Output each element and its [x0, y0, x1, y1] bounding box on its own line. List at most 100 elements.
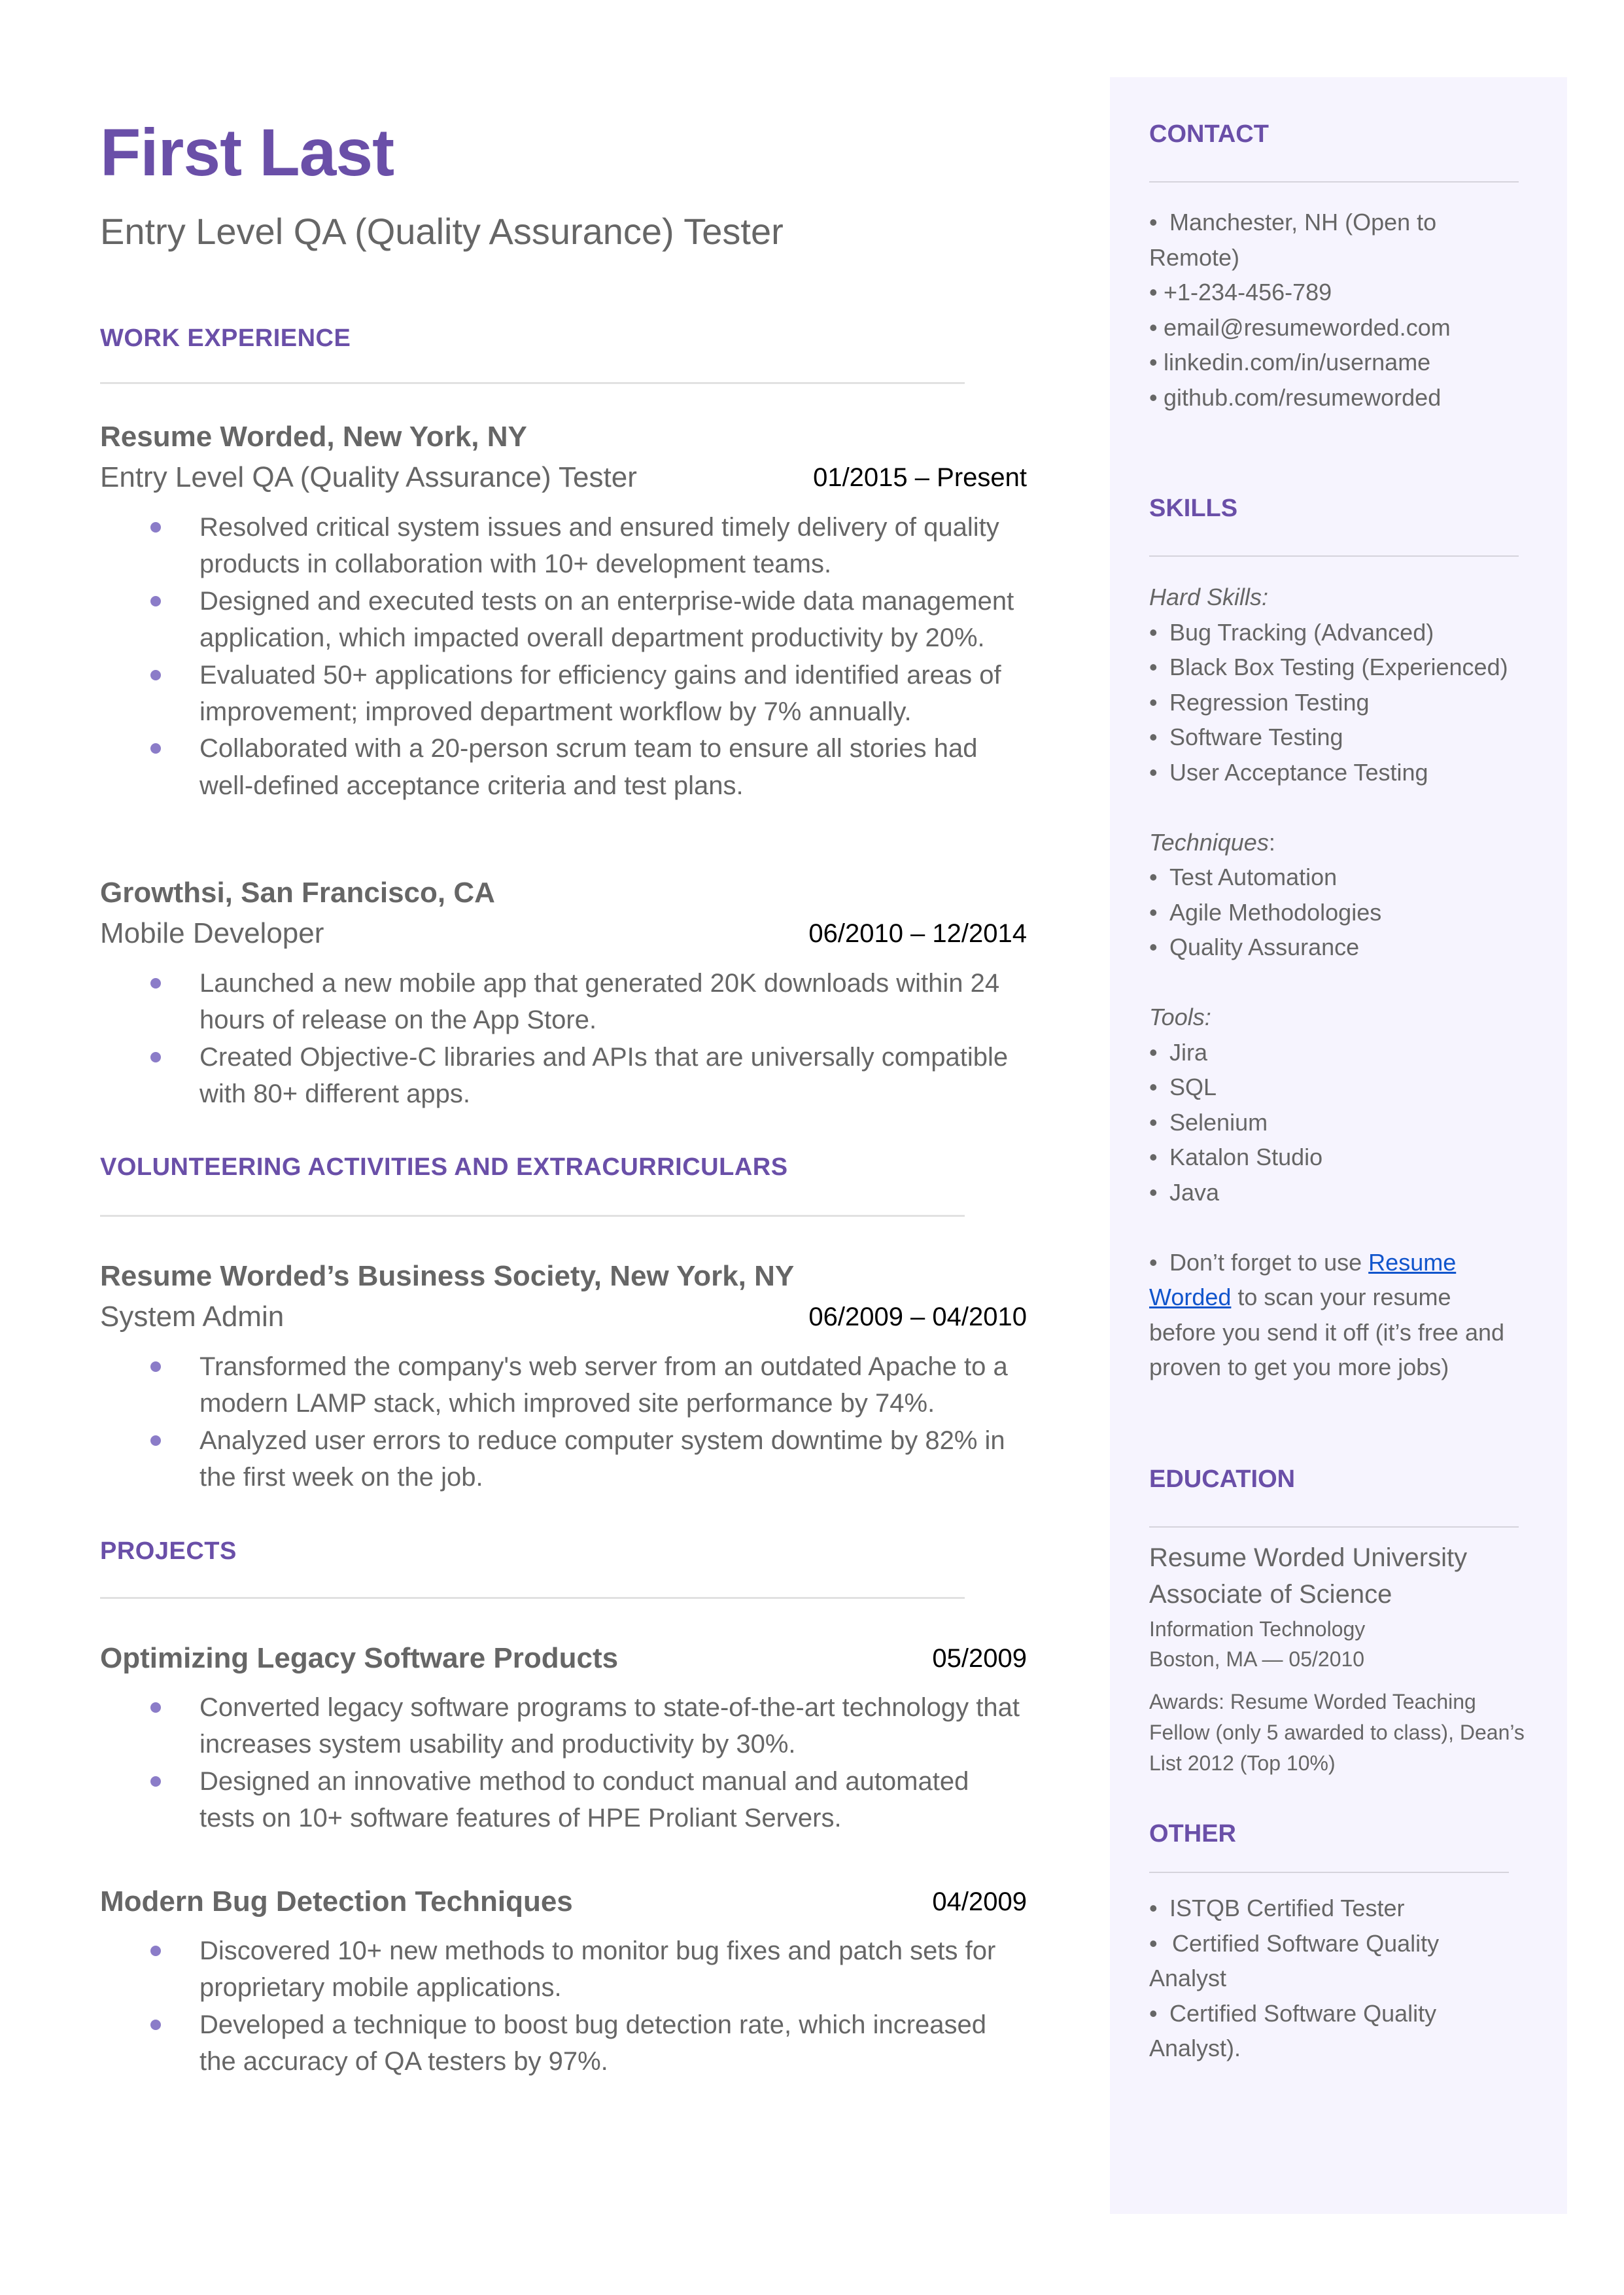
- bullet-dot-icon: [150, 1776, 161, 1787]
- project-date: 04/2009: [932, 1887, 1027, 1916]
- bullet-dot-icon: •: [1149, 383, 1158, 411]
- other-item-cont: Analyst).: [1149, 2035, 1241, 2061]
- job-org: Growthsi, San Francisco, CA: [100, 877, 495, 909]
- tools-label: Tools:: [1149, 1004, 1211, 1030]
- job-role: Mobile Developer: [100, 917, 324, 949]
- bullet-item: Launched a new mobile app that generated…: [139, 965, 1029, 1039]
- section-divider: [1149, 181, 1519, 183]
- bullet-dot-icon: •: [1149, 898, 1158, 926]
- tip-line: proven to get you more jobs): [1149, 1354, 1449, 1380]
- technique-item: • Quality Assurance: [1149, 930, 1508, 965]
- section-divider: [100, 1215, 965, 1217]
- bullet-dot-icon: [150, 1946, 161, 1956]
- bullet-dot-icon: [150, 669, 161, 680]
- education-degree: Associate of Science: [1149, 1580, 1392, 1609]
- bullet-dot-icon: •: [1149, 1999, 1158, 2027]
- contact-location-cont: Remote): [1149, 243, 1240, 271]
- skills-list: Hard Skills: • Bug Tracking (Advanced) • B…: [1149, 580, 1508, 1385]
- bullet-item: Discovered 10+ new methods to monitor bu…: [139, 1933, 1029, 2006]
- spacer: [1149, 790, 1508, 825]
- techniques-label: Techniques:: [1149, 828, 1275, 856]
- hard-skills-label: Hard Skills:: [1149, 584, 1269, 610]
- bullet-dot-icon: [150, 2019, 161, 2030]
- tool-item: • SQL: [1149, 1070, 1508, 1105]
- volunteer-org: Resume Worded’s Business Society, New Yo…: [100, 1260, 795, 1292]
- contact-location: • Manchester, NH (Open to: [1149, 205, 1451, 240]
- bullet-item: Designed an innovative method to conduct…: [139, 1763, 1029, 1837]
- volunteer-dates: 06/2009 – 04/2010: [808, 1303, 1027, 1331]
- project-bullets: Converted legacy software programs to st…: [139, 1689, 1029, 1837]
- spacer: [1149, 1210, 1508, 1245]
- contact-phone: • +1-234-456-789: [1149, 275, 1451, 310]
- bullet-dot-icon: •: [1149, 1248, 1158, 1276]
- job-role: Entry Level QA (Quality Assurance) Teste…: [100, 461, 637, 493]
- bullet-dot-icon: •: [1149, 1895, 1158, 1921]
- bullet-dot-icon: [150, 743, 161, 754]
- tool-item: • Java: [1149, 1175, 1508, 1210]
- other-item: • Certified Software Quality: [1149, 1996, 1439, 2031]
- bullet-item: Collaborated with a 20-person scrum team…: [139, 730, 1029, 804]
- contact-linkedin[interactable]: • linkedin.com/in/username: [1149, 345, 1451, 380]
- section-divider: [100, 1597, 965, 1599]
- project-bullets: Discovered 10+ new methods to monitor bu…: [139, 1933, 1029, 2080]
- section-divider: [1149, 555, 1519, 557]
- bullet-dot-icon: •: [1149, 1074, 1158, 1100]
- section-heading-education: EDUCATION: [1149, 1465, 1296, 1493]
- resume-worded-link[interactable]: Worded: [1149, 1284, 1231, 1310]
- education-school: Resume Worded University: [1149, 1543, 1468, 1572]
- bullet-dot-icon: [150, 1435, 161, 1446]
- candidate-title: Entry Level QA (Quality Assurance) Teste…: [100, 211, 784, 252]
- bullet-dot-icon: •: [1149, 1038, 1158, 1066]
- section-divider: [1149, 1526, 1519, 1528]
- bullet-dot-icon: •: [1149, 758, 1158, 786]
- bullet-dot-icon: •: [1149, 724, 1158, 750]
- bullet-dot-icon: •: [1149, 654, 1158, 680]
- bullet-dot-icon: [150, 1361, 161, 1372]
- volunteer-bullets: Transformed the company's web server fro…: [139, 1348, 1029, 1496]
- section-heading-work-experience: WORK EXPERIENCE: [100, 324, 351, 352]
- section-heading-skills: SKILLS: [1149, 495, 1238, 522]
- job-bullets: Resolved critical system issues and ensu…: [139, 509, 1029, 804]
- volunteer-role: System Admin: [100, 1301, 285, 1333]
- job-dates: 01/2015 – Present: [813, 463, 1027, 492]
- job-org: Resume Worded, New York, NY: [100, 421, 527, 453]
- skill-item: • Black Box Testing (Experienced): [1149, 650, 1508, 685]
- job-dates: 06/2010 – 12/2014: [808, 919, 1027, 948]
- bullet-item: Resolved critical system issues and ensu…: [139, 509, 1029, 583]
- tool-item: • Katalon Studio: [1149, 1140, 1508, 1175]
- section-divider: [1149, 1872, 1509, 1873]
- bullet-item: Created Objective-C libraries and APIs t…: [139, 1039, 1029, 1113]
- tool-item: • Selenium: [1149, 1105, 1508, 1140]
- skill-item: • Bug Tracking (Advanced): [1149, 615, 1508, 650]
- tip-line: before you send it off (it’s free and: [1149, 1318, 1505, 1346]
- other-item-cont: Analyst: [1149, 1965, 1227, 1991]
- technique-item: • Agile Methodologies: [1149, 895, 1508, 930]
- resume-worded-link[interactable]: Resume: [1368, 1249, 1456, 1276]
- section-heading-volunteering: VOLUNTEERING ACTIVITIES AND EXTRACURRICU…: [100, 1153, 788, 1181]
- project-title: Optimizing Legacy Software Products: [100, 1642, 619, 1674]
- other-item: • Certified Software Quality: [1149, 1926, 1439, 1961]
- section-divider: [100, 382, 965, 384]
- bullet-item: Converted legacy software programs to st…: [139, 1689, 1029, 1763]
- education-location-date: Boston, MA — 05/2010: [1149, 1647, 1365, 1671]
- bullet-dot-icon: •: [1149, 688, 1158, 716]
- bullet-item: Designed and executed tests on an enterp…: [139, 583, 1029, 657]
- section-heading-contact: CONTACT: [1149, 120, 1269, 148]
- contact-email[interactable]: • email@resumeworded.com: [1149, 310, 1451, 345]
- project-title: Modern Bug Detection Techniques: [100, 1885, 573, 1918]
- job-bullets: Launched a new mobile app that generated…: [139, 965, 1029, 1113]
- tip-line: • Don’t forget to use Resume: [1149, 1245, 1508, 1280]
- bullet-dot-icon: •: [1149, 1929, 1158, 1957]
- education-awards: Awards: Resume Worded Teaching Fellow (o…: [1149, 1690, 1525, 1775]
- spacer: [1149, 965, 1508, 1000]
- bullet-dot-icon: [150, 595, 161, 606]
- contact-github[interactable]: • github.com/resumeworded: [1149, 380, 1451, 415]
- tip-line: Worded to scan your resume: [1149, 1284, 1451, 1310]
- bullet-dot-icon: •: [1149, 1108, 1158, 1136]
- skill-item: • Software Testing: [1149, 720, 1508, 755]
- bullet-dot-icon: [150, 522, 161, 533]
- section-heading-other: OTHER: [1149, 1820, 1236, 1848]
- bullet-dot-icon: •: [1149, 279, 1158, 306]
- bullet-dot-icon: •: [1149, 864, 1158, 890]
- bullet-dot-icon: [150, 1702, 161, 1713]
